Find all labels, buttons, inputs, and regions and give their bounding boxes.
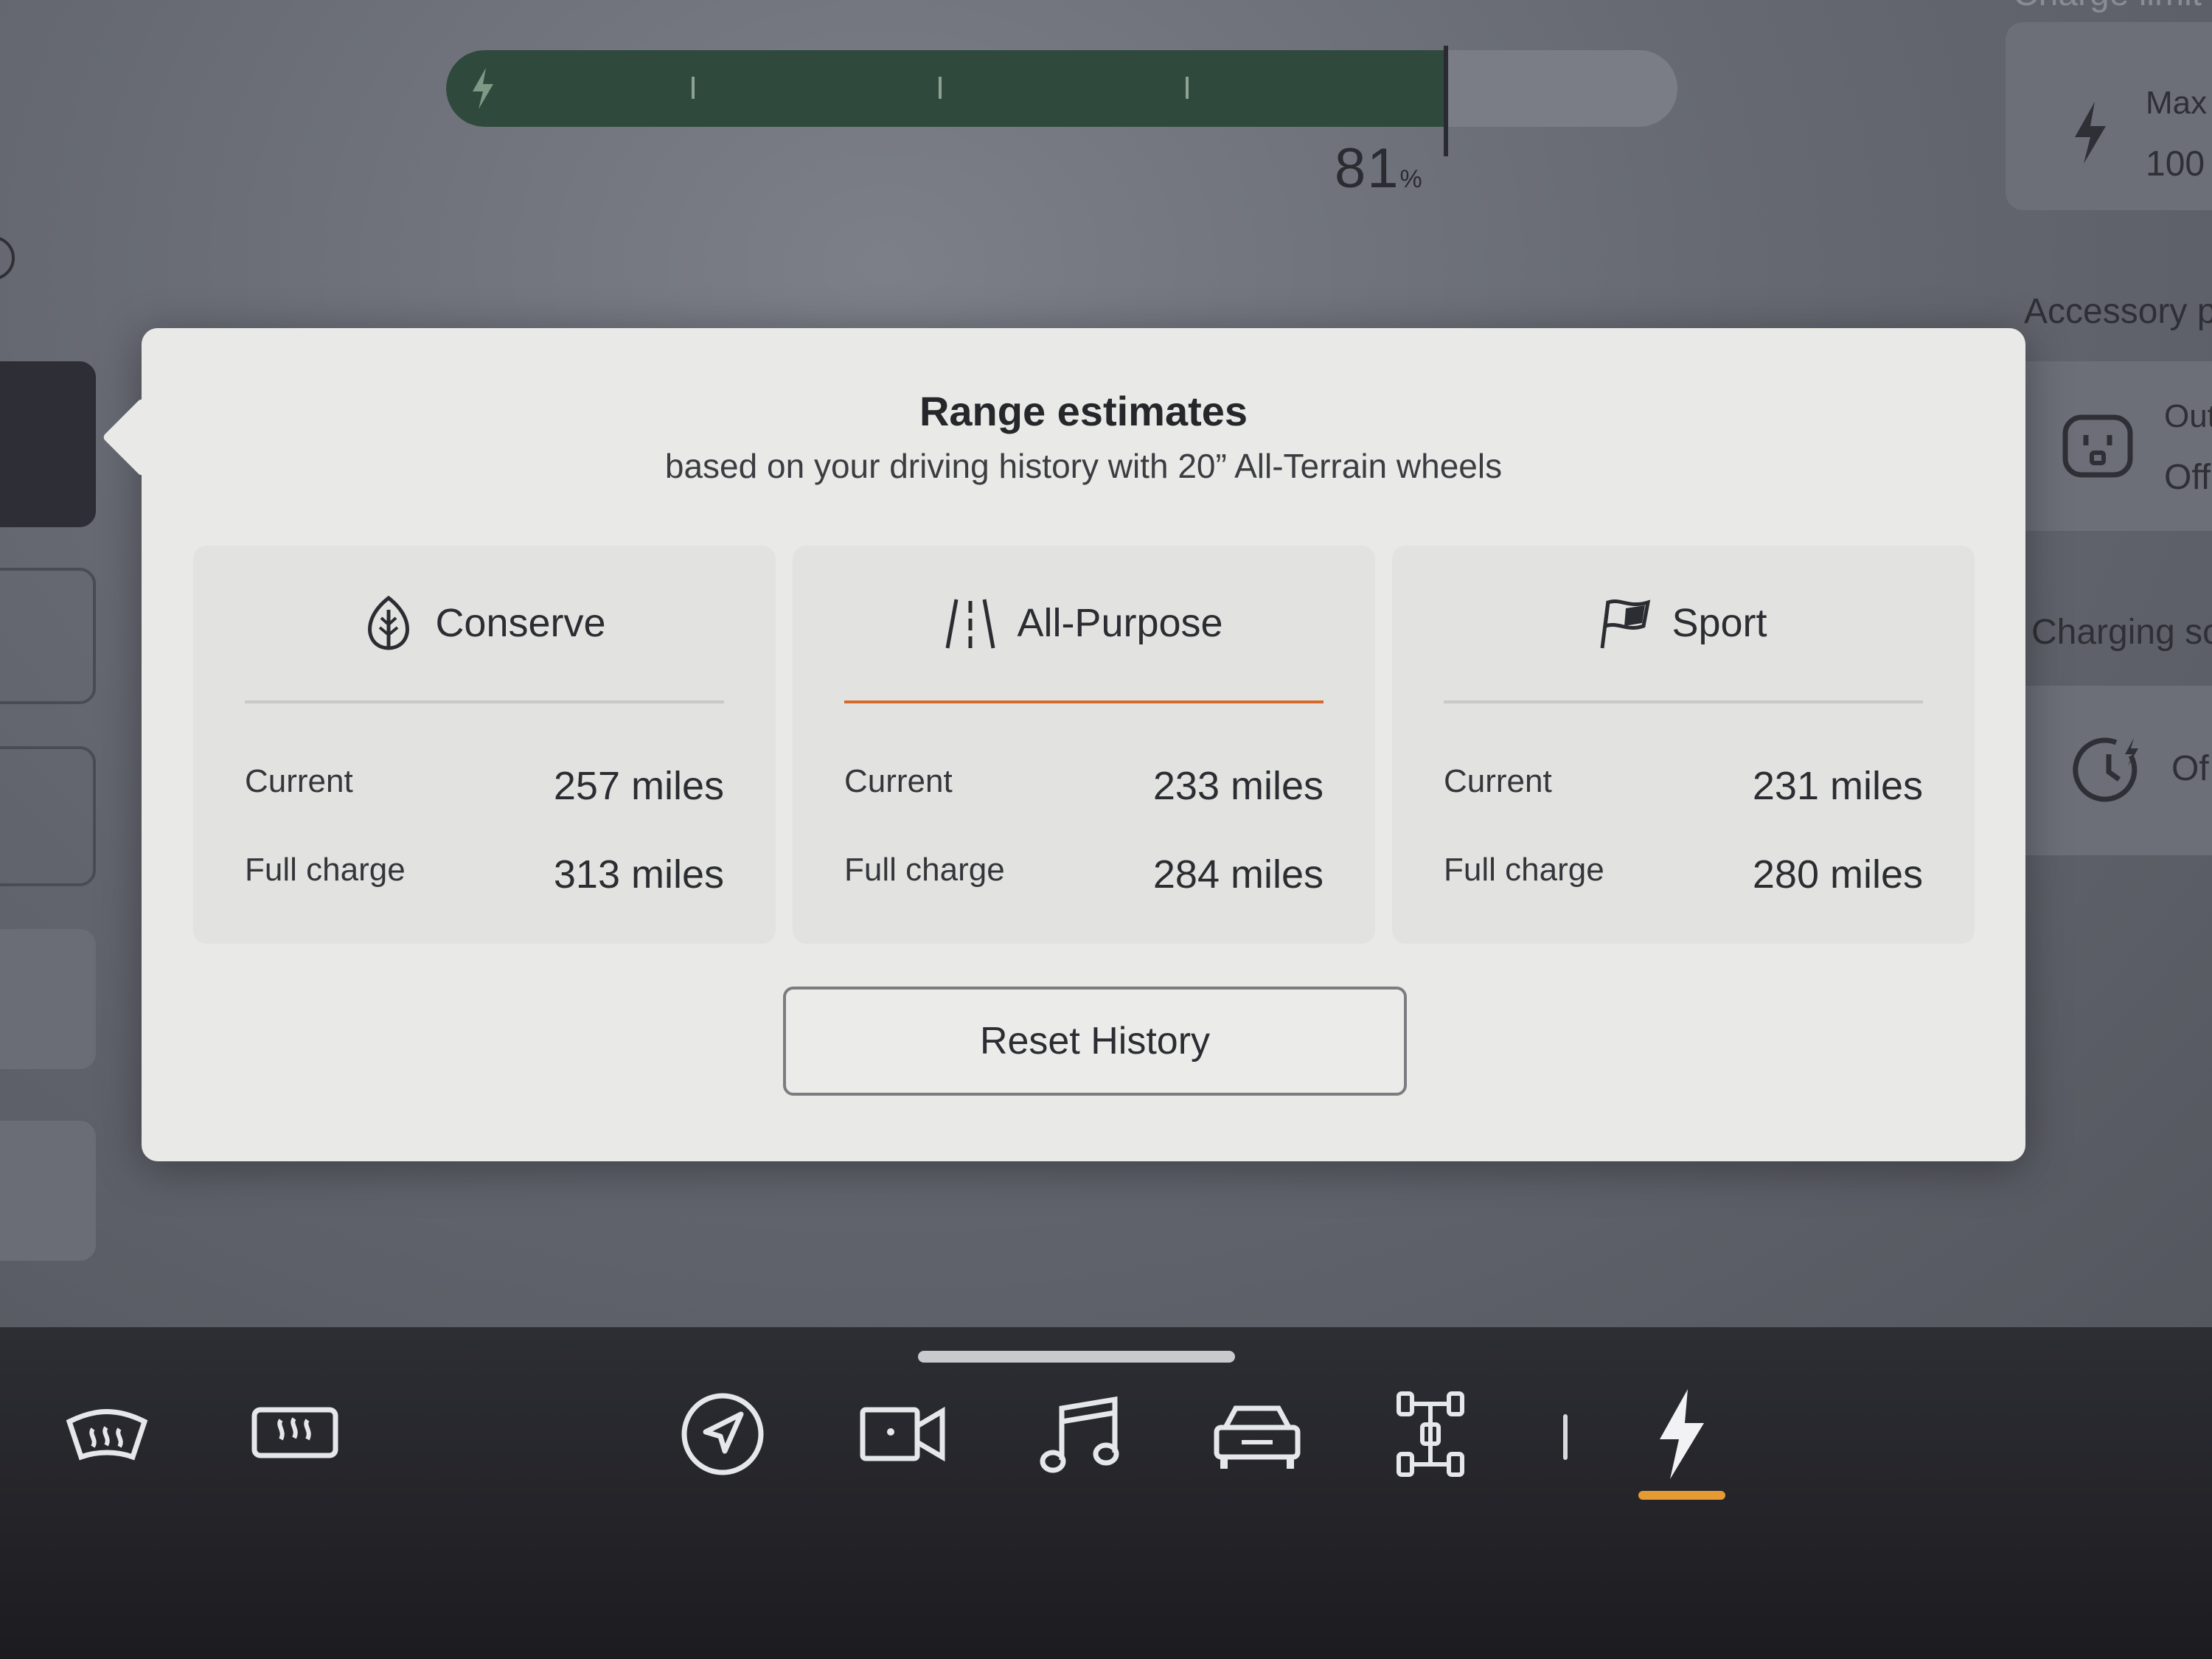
dialog-title: Range estimates	[919, 388, 1248, 434]
rear-defrost-button[interactable]	[247, 1386, 343, 1482]
charging-icon	[1660, 1389, 1704, 1479]
side-tab-5[interactable]	[0, 1121, 96, 1261]
mode-divider	[245, 700, 724, 703]
leaf-icon	[368, 595, 410, 650]
charge-limit-marker[interactable]	[1444, 46, 1448, 156]
outlet-icon	[2062, 414, 2133, 478]
camera-icon	[860, 1406, 945, 1462]
music-icon	[1040, 1396, 1119, 1473]
mode-divider	[1444, 700, 1923, 703]
charge-limit-card[interactable]: Max 100	[2006, 22, 2212, 210]
side-circle-control[interactable]	[0, 236, 15, 280]
charging-schedule-label: Charging sc	[2031, 613, 2212, 652]
mode-name: Conserve	[435, 601, 606, 645]
battery-percentage-unit: %	[1399, 165, 1424, 193]
accessory-power-label: Accessory p	[2024, 292, 2212, 331]
charging-schedule-value: Of	[2171, 749, 2209, 788]
mode-name: All-Purpose	[1017, 601, 1223, 645]
full-charge-value: 280 miles	[1752, 852, 1923, 897]
charge-limit-title: Max	[2146, 85, 2208, 121]
charge-limit-label: Charge limit	[2013, 0, 2202, 14]
battery-percentage: 81%	[1335, 136, 1424, 201]
vehicle-button[interactable]	[1209, 1386, 1305, 1482]
outlet-label: Out	[2164, 398, 2212, 434]
schedule-clock-icon	[2073, 737, 2138, 802]
side-tab-3[interactable]	[0, 746, 96, 886]
front-defrost-icon	[66, 1409, 148, 1461]
current-range-value: 233 miles	[1152, 764, 1324, 808]
bolt-icon	[473, 68, 493, 109]
bolt-icon	[2075, 102, 2106, 164]
side-tab-1[interactable]	[0, 361, 96, 527]
charge-limit-value: 100	[2146, 145, 2205, 184]
front-defrost-button[interactable]	[59, 1386, 155, 1482]
side-tab-4[interactable]	[0, 929, 96, 1069]
dialog-subtitle: based on your driving history with 20” A…	[664, 447, 1503, 485]
current-range-label: Current	[245, 763, 353, 799]
navigation-icon	[681, 1393, 764, 1475]
charge-tick	[1186, 77, 1189, 99]
mode-header: Conserve	[193, 546, 776, 700]
charging-button[interactable]	[1633, 1386, 1729, 1482]
full-charge-label: Full charge	[245, 852, 406, 888]
rear-defrost-icon	[251, 1407, 338, 1458]
mode-name: Sport	[1672, 601, 1767, 645]
charging-schedule-card[interactable]: Of	[2006, 686, 2212, 855]
current-range-value: 231 miles	[1752, 764, 1923, 808]
current-range-label: Current	[844, 763, 953, 799]
range-estimates-dialog: Range estimates based on your driving hi…	[102, 328, 2025, 1161]
full-charge-value: 313 miles	[553, 852, 724, 897]
battery-charge-fill	[446, 50, 1444, 127]
current-range-label: Current	[1444, 763, 1552, 799]
home-indicator[interactable]	[918, 1351, 1235, 1363]
side-tab-2[interactable]	[0, 568, 96, 704]
battery-charge-bar[interactable]	[446, 50, 1677, 127]
vehicle-icon	[1214, 1405, 1301, 1469]
dock-separator	[1563, 1414, 1568, 1460]
right-settings-panel: Charge limit Max 100 Accessory p Out Off…	[2006, 0, 2212, 1327]
flag-icon	[1600, 599, 1651, 649]
drivetrain-icon	[1397, 1391, 1464, 1477]
charge-tick	[939, 77, 942, 99]
outlet-card[interactable]: Out Off	[2006, 361, 2212, 531]
full-charge-label: Full charge	[844, 852, 1005, 888]
road-icon	[945, 599, 995, 649]
charge-tick	[692, 77, 695, 99]
mode-divider-active	[844, 700, 1324, 703]
mode-card-conserve[interactable]: Conserve Current 257 miles Full charge 3…	[193, 546, 776, 944]
full-charge-label: Full charge	[1444, 852, 1604, 888]
bottom-dock	[0, 1327, 2212, 1659]
navigation-button[interactable]	[675, 1386, 771, 1482]
current-range-value: 257 miles	[553, 764, 724, 808]
active-tab-indicator	[1638, 1491, 1725, 1500]
mode-card-all-purpose[interactable]: All-Purpose Current 233 miles Full charg…	[793, 546, 1375, 944]
mode-header: Sport	[1392, 546, 1975, 700]
camera-button[interactable]	[855, 1386, 951, 1482]
drivetrain-button[interactable]	[1382, 1386, 1478, 1482]
outlet-value: Off	[2164, 458, 2211, 497]
music-button[interactable]	[1032, 1386, 1128, 1482]
mode-card-sport[interactable]: Sport Current 231 miles Full charge 280 …	[1392, 546, 1975, 944]
mode-header: All-Purpose	[793, 546, 1375, 700]
full-charge-value: 284 miles	[1152, 852, 1324, 897]
reset-history-button[interactable]: Reset History	[783, 987, 1407, 1096]
battery-percentage-value: 81	[1335, 137, 1400, 200]
